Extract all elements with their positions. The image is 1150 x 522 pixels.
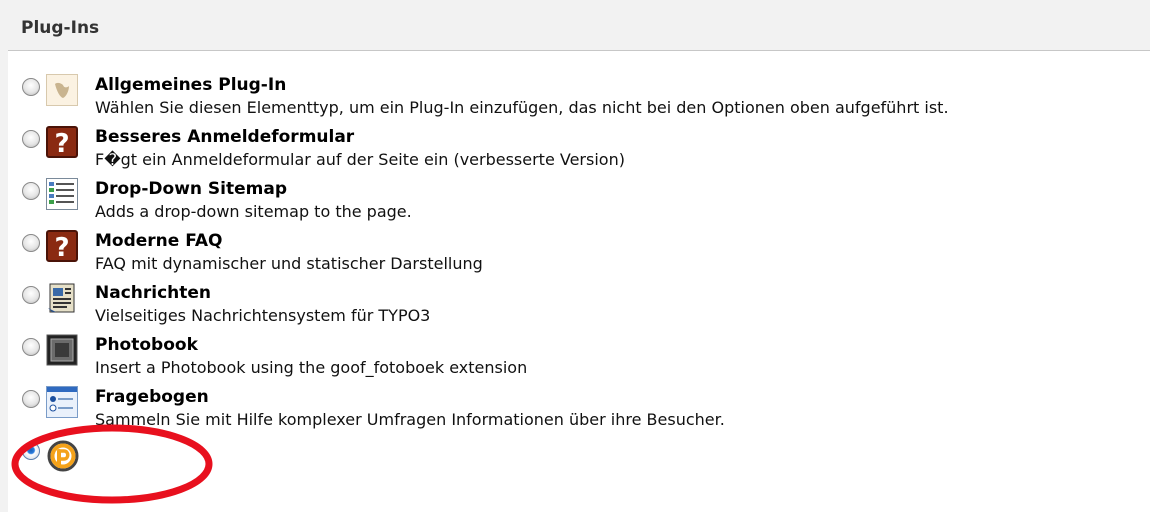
plugin-title: Besseres Anmeldeformular <box>95 127 355 147</box>
plugin-title: Allgemeines Plug-In <box>95 75 287 95</box>
question-mark-icon: ? <box>46 230 78 263</box>
plugin-radio[interactable] <box>22 286 40 304</box>
plugin-item-moderne-faq[interactable]: ? Moderne FAQ FAQ mit dynamischer und st… <box>22 230 1150 282</box>
plugin-item-nachrichten[interactable]: Nachrichten Vielseitiges Nachrichtensyst… <box>22 282 1150 334</box>
plugin-radio[interactable] <box>22 130 40 148</box>
plugin-item-photobook[interactable]: Photobook Insert a Photobook using the g… <box>22 334 1150 386</box>
plugin-item-p-logo[interactable] <box>22 438 1150 490</box>
plugin-title: Photobook <box>95 335 198 355</box>
plugin-title: Fragebogen <box>95 387 209 407</box>
plugin-item-allgemeines[interactable]: Allgemeines Plug-In Wählen Sie diesen El… <box>22 74 1150 126</box>
question-mark-icon: ? <box>46 126 78 159</box>
plugin-description: Wählen Sie diesen Elementtyp, um ein Plu… <box>95 98 949 117</box>
svg-text:?: ? <box>54 129 69 158</box>
plugin-radio-selected[interactable] <box>22 442 40 460</box>
plugin-radio[interactable] <box>22 234 40 252</box>
photo-frame-icon <box>46 334 78 366</box>
plugin-radio[interactable] <box>22 182 40 200</box>
p-logo-icon <box>46 438 79 472</box>
plugin-title: Moderne FAQ <box>95 231 223 251</box>
svg-text:?: ? <box>54 233 69 262</box>
section-title: Plug-Ins <box>21 18 100 38</box>
plugin-description: F�gt ein Anmeldeformular auf der Seite e… <box>95 150 625 169</box>
plugin-description: Adds a drop-down sitemap to the page. <box>95 202 412 221</box>
plugin-description: Sammeln Sie mit Hilfe komplexer Umfragen… <box>95 410 725 429</box>
plugin-title: Nachrichten <box>95 283 212 303</box>
left-edge <box>0 0 8 512</box>
plugin-item-fragebogen[interactable]: Fragebogen Sammeln Sie mit Hilfe komplex… <box>22 386 1150 438</box>
plugin-item-dropdown-sitemap[interactable]: Drop-Down Sitemap Adds a drop-down sitem… <box>22 178 1150 230</box>
sitemap-list-icon <box>46 178 78 210</box>
section-header: Plug-Ins <box>8 0 1150 51</box>
plugin-description: Vielseitiges Nachrichtensystem für TYPO3 <box>95 306 431 325</box>
plugin-description: Insert a Photobook using the goof_fotobo… <box>95 358 528 377</box>
news-icon <box>46 282 78 314</box>
plugin-radio[interactable] <box>22 78 40 96</box>
plugin-radio[interactable] <box>22 390 40 408</box>
plugin-item-besseres-anmeldeformular[interactable]: ? Besseres Anmeldeformular F�gt ein Anme… <box>22 126 1150 178</box>
plugin-radio[interactable] <box>22 338 40 356</box>
plugin-title: Drop-Down Sitemap <box>95 179 287 199</box>
plugin-description: FAQ mit dynamischer und statischer Darst… <box>95 254 483 273</box>
typo3-logo-icon <box>46 74 78 106</box>
form-window-icon <box>46 386 78 418</box>
